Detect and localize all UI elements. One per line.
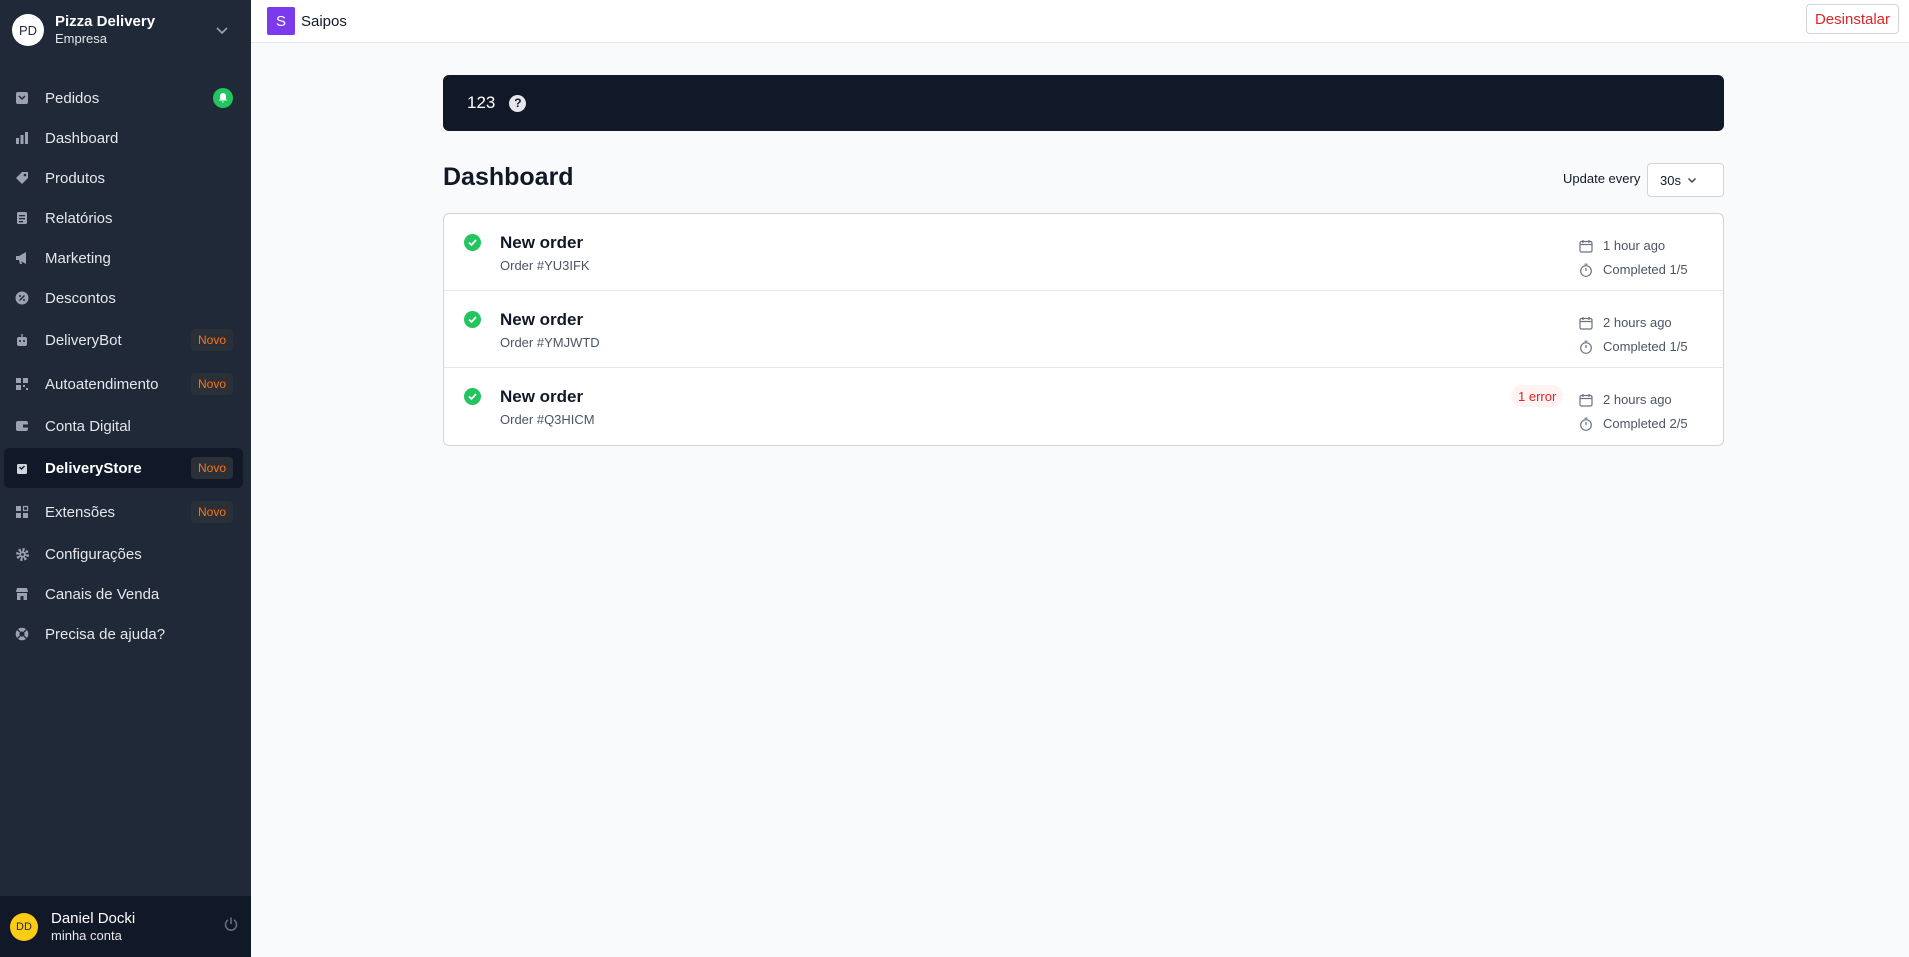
sidebar-item-label: Precisa de ajuda? bbox=[45, 625, 166, 643]
sidebar-item-label: Descontos bbox=[45, 289, 116, 307]
topbar: S Saipos Desinstalar bbox=[251, 0, 1909, 43]
sidebar-item-extensoes[interactable]: Extensões Novo bbox=[4, 492, 243, 532]
order-progress: Completed 1/5 bbox=[1603, 339, 1688, 354]
list-item[interactable]: New order Order #Q3HICM 1 error 2 hours … bbox=[444, 368, 1723, 445]
sidebar-item-label: Autoatendimento bbox=[45, 375, 159, 393]
document-icon bbox=[14, 210, 30, 226]
stopwatch-icon bbox=[1579, 263, 1593, 277]
calendar-icon bbox=[1579, 393, 1593, 407]
sidebar-item-conta-digital[interactable]: Conta Digital bbox=[4, 406, 243, 446]
order-time: 2 hours ago bbox=[1603, 315, 1672, 330]
update-interval-value: 30s bbox=[1660, 172, 1681, 188]
store-bag-icon bbox=[14, 460, 30, 476]
list-item[interactable]: New order Order #YMJWTD 2 hours ago Comp… bbox=[444, 291, 1723, 368]
bar-chart-icon bbox=[14, 130, 30, 146]
company-avatar: PD bbox=[12, 14, 44, 46]
sidebar-item-label: Marketing bbox=[45, 249, 111, 267]
storefront-icon bbox=[14, 586, 30, 602]
user-account[interactable]: DD Daniel Docki minha conta bbox=[0, 896, 251, 957]
sidebar-item-label: Dashboard bbox=[45, 129, 119, 147]
app-logo: S bbox=[267, 7, 295, 35]
sidebar-item-label: Conta Digital bbox=[45, 417, 131, 435]
user-subtitle: minha conta bbox=[51, 927, 122, 943]
sidebar-item-autoatendimento[interactable]: Autoatendimento Novo bbox=[4, 364, 243, 404]
help-icon[interactable]: ? bbox=[509, 94, 527, 112]
orders-list: New order Order #YU3IFK 1 hour ago Compl… bbox=[443, 213, 1724, 446]
update-interval-label: Update every bbox=[1563, 171, 1641, 186]
user-name: Daniel Docki bbox=[51, 909, 136, 927]
chevron-down-icon[interactable] bbox=[211, 19, 233, 41]
sidebar-item-label: Relatórios bbox=[45, 209, 113, 227]
sidebar-item-label: Extensões bbox=[45, 503, 116, 521]
company-name: Pizza Delivery bbox=[55, 13, 156, 30]
order-time: 2 hours ago bbox=[1603, 392, 1672, 407]
inbox-icon bbox=[14, 90, 30, 106]
list-item[interactable]: New order Order #YU3IFK 1 hour ago Compl… bbox=[444, 214, 1723, 291]
info-banner: 123 ? bbox=[443, 75, 1724, 131]
stopwatch-icon bbox=[1579, 340, 1593, 354]
page-title: Dashboard bbox=[443, 163, 574, 191]
discount-icon bbox=[14, 290, 30, 306]
uninstall-button[interactable]: Desinstalar bbox=[1805, 4, 1899, 34]
sidebar-item-ajuda[interactable]: Precisa de ajuda? bbox=[4, 614, 243, 654]
stopwatch-icon bbox=[1579, 417, 1593, 431]
check-circle-icon bbox=[464, 388, 481, 405]
wallet-icon bbox=[14, 418, 30, 434]
sidebar-item-deliverybot[interactable]: DeliveryBot Novo bbox=[4, 320, 243, 360]
order-title: New order bbox=[500, 233, 584, 252]
order-id: Order #YMJWTD bbox=[500, 335, 600, 350]
sidebar-item-label: Produtos bbox=[45, 169, 106, 187]
banner-text: 123 bbox=[467, 93, 496, 112]
order-progress: Completed 1/5 bbox=[1603, 262, 1688, 277]
error-badge: 1 error bbox=[1511, 385, 1564, 407]
calendar-icon bbox=[1579, 316, 1593, 330]
sidebar: PD Pizza Delivery Empresa Pedidos Dashbo… bbox=[0, 0, 251, 957]
sidebar-item-marketing[interactable]: Marketing bbox=[4, 238, 243, 278]
app-name: Saipos bbox=[301, 12, 347, 30]
order-title: New order bbox=[500, 310, 584, 329]
sidebar-item-label: DeliveryStore bbox=[45, 459, 142, 477]
new-badge: Novo bbox=[190, 373, 233, 395]
sidebar-item-canais-de-venda[interactable]: Canais de Venda bbox=[4, 574, 243, 614]
sidebar-item-label: DeliveryBot bbox=[45, 331, 122, 349]
new-badge: Novo bbox=[190, 329, 233, 351]
bot-icon bbox=[14, 332, 30, 348]
sidebar-item-produtos[interactable]: Produtos bbox=[4, 158, 243, 198]
puzzle-icon bbox=[14, 504, 30, 520]
bell-icon bbox=[213, 88, 233, 108]
sidebar-item-label: Configurações bbox=[45, 545, 142, 563]
avatar: DD bbox=[10, 912, 38, 941]
tag-icon bbox=[14, 170, 30, 186]
sidebar-item-configuracoes[interactable]: Configurações bbox=[4, 534, 243, 574]
gear-icon bbox=[14, 546, 30, 562]
power-icon[interactable] bbox=[223, 916, 239, 937]
megaphone-icon bbox=[14, 250, 30, 266]
qrcode-icon bbox=[14, 376, 30, 392]
company-subtitle: Empresa bbox=[55, 31, 108, 46]
check-circle-icon bbox=[464, 311, 481, 328]
order-title: New order bbox=[500, 387, 584, 406]
update-interval-select[interactable]: 30s bbox=[1647, 163, 1724, 197]
check-circle-icon bbox=[464, 234, 481, 251]
sidebar-item-label: Canais de Venda bbox=[45, 585, 160, 603]
new-badge: Novo bbox=[190, 457, 233, 479]
sidebar-item-descontos[interactable]: Descontos bbox=[4, 278, 243, 318]
chevron-down-icon bbox=[1687, 173, 1714, 188]
lifebuoy-icon bbox=[14, 626, 30, 642]
order-time: 1 hour ago bbox=[1603, 238, 1666, 253]
sidebar-item-relatorios[interactable]: Relatórios bbox=[4, 198, 243, 238]
sidebar-item-label: Pedidos bbox=[45, 89, 100, 107]
company-switcher[interactable]: PD Pizza Delivery Empresa bbox=[0, 0, 251, 60]
calendar-icon bbox=[1579, 239, 1593, 253]
sidebar-item-deliverystore[interactable]: DeliveryStore Novo bbox=[4, 448, 243, 488]
sidebar-item-pedidos[interactable]: Pedidos bbox=[4, 78, 243, 118]
order-progress: Completed 2/5 bbox=[1603, 416, 1688, 431]
sidebar-item-dashboard[interactable]: Dashboard bbox=[4, 118, 243, 158]
new-badge: Novo bbox=[190, 501, 233, 523]
order-id: Order #YU3IFK bbox=[500, 258, 590, 273]
order-id: Order #Q3HICM bbox=[500, 412, 595, 427]
